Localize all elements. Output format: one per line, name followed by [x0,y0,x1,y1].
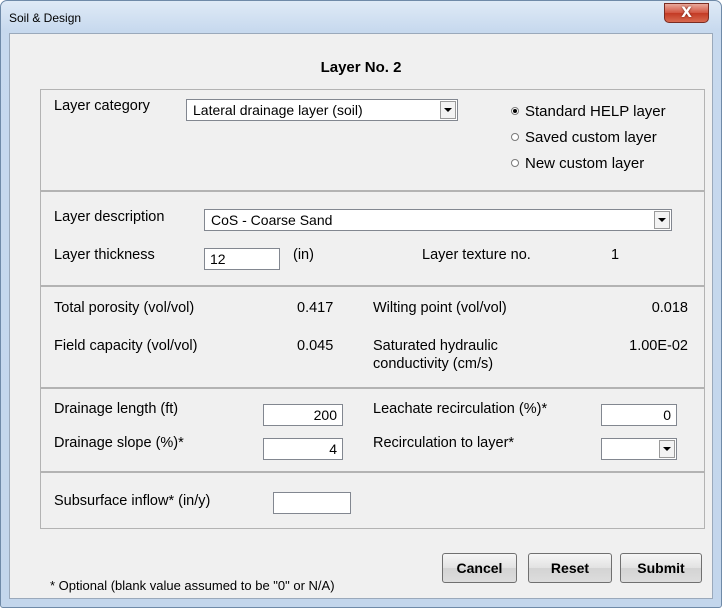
recirculation-to-layer-dropdown-button[interactable] [659,440,675,458]
wilting-point-label: Wilting point (vol/vol) [373,300,507,316]
total-porosity-label: Total porosity (vol/vol) [54,300,195,316]
layer-thickness-label: Layer thickness [54,247,155,263]
radio-unselected-icon [511,133,519,141]
layer-category-label: Layer category [54,98,150,114]
submit-button[interactable]: Submit [620,553,702,583]
drainage-slope-label: Drainage slope (%)* [54,435,184,451]
radio-standard-help-layer[interactable]: Standard HELP layer [511,103,666,120]
total-porosity-value: 0.417 [297,300,334,316]
recirculation-to-layer-label: Recirculation to layer* [373,435,515,451]
drainage-length-label: Drainage length (ft) [54,401,179,417]
radio-label: Saved custom layer [525,129,657,146]
dialog-window: Soil & Design X Layer No. 2 Layer catego… [0,0,722,608]
layer-thickness-unit: (in) [293,247,314,263]
layer-description-label: Layer description [54,209,165,225]
drainage-length-field[interactable]: 200 [263,404,343,426]
field-capacity-label: Field capacity (vol/vol) [54,338,198,354]
radio-new-custom-layer[interactable]: New custom layer [511,155,644,172]
title-bar: Soil & Design X [1,1,721,35]
subsurface-inflow-label: Subsurface inflow* (in/y) [54,493,211,509]
radio-saved-custom-layer[interactable]: Saved custom layer [511,129,657,146]
subsurface-inflow-field[interactable] [273,492,351,514]
chevron-down-icon [444,108,452,112]
layer-texture-label: Layer texture no. [422,247,531,263]
recirculation-to-layer-select[interactable] [601,438,677,460]
chevron-down-icon [663,447,671,451]
layer-description-value: CoS - Coarse Sand [211,212,333,228]
layer-category-select[interactable]: Lateral drainage layer (soil) [186,99,458,121]
layer-thickness-field[interactable]: 12 [204,248,280,270]
layer-description-select[interactable]: CoS - Coarse Sand [204,209,672,231]
description-panel: Layer description CoS - Coarse Sand Laye… [40,191,705,286]
radio-selected-icon [511,107,519,115]
layer-texture-value: 1 [611,247,620,263]
subsurface-panel: Subsurface inflow* (in/y) [40,472,705,529]
saturated-hydraulic-value: 1.00E-02 [629,338,688,354]
close-button[interactable]: X [664,3,709,23]
drainage-panel: Drainage length (ft) 200 Drainage slope … [40,388,705,472]
leachate-recirculation-field[interactable]: 0 [601,404,677,426]
reset-button[interactable]: Reset [528,553,612,583]
layer-category-value: Lateral drainage layer (soil) [193,102,363,118]
window-title: Soil & Design [9,11,82,25]
layer-heading: Layer No. 2 [320,59,402,76]
layer-description-dropdown-button[interactable] [654,211,670,229]
radio-label: New custom layer [525,155,645,172]
wilting-point-value: 0.018 [651,300,688,316]
drainage-slope-field[interactable]: 4 [263,438,343,460]
radio-label: Standard HELP layer [525,103,666,120]
radio-unselected-icon [511,159,519,167]
leachate-recirculation-label: Leachate recirculation (%)* [373,401,548,417]
close-icon: X [681,5,692,21]
category-panel: Layer category Lateral drainage layer (s… [40,89,705,191]
dialog-client-area: Layer No. 2 Layer category Lateral drain… [9,33,713,599]
cancel-button[interactable]: Cancel [442,553,517,583]
saturated-hydraulic-label-line2: conductivity (cm/s) [373,356,494,372]
chevron-down-icon [658,218,666,222]
optional-footnote: * Optional (blank value assumed to be "0… [50,578,335,593]
saturated-hydraulic-label-line1: Saturated hydraulic [373,338,498,354]
field-capacity-value: 0.045 [297,338,334,354]
layer-category-dropdown-button[interactable] [440,101,456,119]
soil-properties-panel: Total porosity (vol/vol) 0.417 Wilting p… [40,286,705,388]
